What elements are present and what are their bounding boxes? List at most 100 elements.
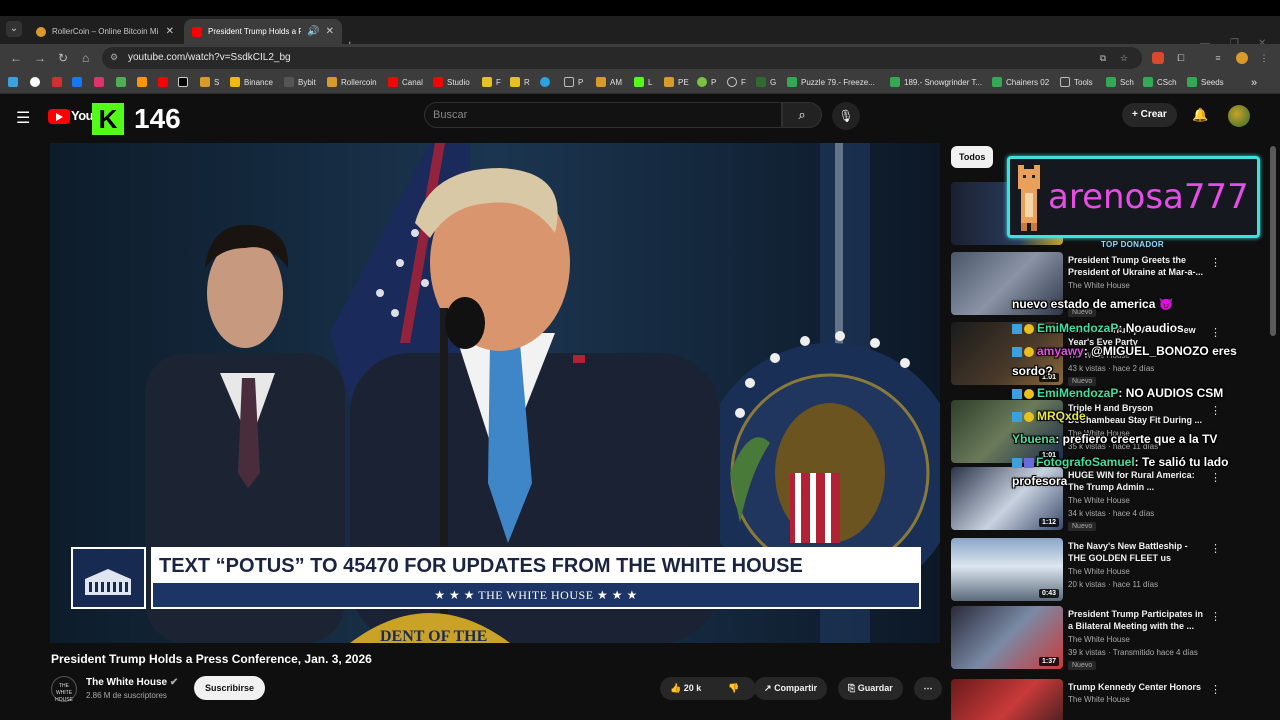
bookmark-seeds[interactable]: Seeds: [1187, 77, 1224, 87]
more-options-icon[interactable]: ⋮: [1210, 471, 1221, 484]
recommendation-thumbnail[interactable]: [951, 679, 1063, 720]
install-app-icon[interactable]: ⧉: [1097, 52, 1109, 64]
tab-search-button[interactable]: ⌄: [6, 21, 22, 37]
bookmark-snowgrinder[interactable]: 189.- Snowgrinder T...: [890, 77, 982, 87]
bookmark-am[interactable]: AM: [596, 77, 622, 87]
recommendation-title[interactable]: Triple H and Bryson DeChambeau Stay Fit …: [1068, 402, 1208, 426]
extension-icon[interactable]: [1152, 52, 1164, 64]
recommendation-thumbnail[interactable]: 0:43: [951, 538, 1063, 601]
recommendation-title[interactable]: Trump Kennedy Center Honors: [1068, 681, 1208, 693]
recommendation-title[interactable]: President Trump Greets the President of …: [1068, 254, 1208, 278]
bookmark-sch[interactable]: Sch: [1106, 77, 1134, 87]
tab-rollercoin[interactable]: RollerCoin – Online Bitcoin Mi ✕: [28, 19, 182, 44]
bookmark-puzzle[interactable]: Puzzle 79.- Freeze...: [787, 77, 875, 87]
url-text[interactable]: youtube.com/watch?v=SsdkCIL2_bg: [128, 52, 291, 63]
top-donor-label: TOP DONADOR: [1101, 240, 1165, 249]
close-tab-icon[interactable]: ✕: [166, 26, 174, 37]
devil-emote-icon: 😈: [1158, 297, 1174, 311]
dislike-button[interactable]: 👎: [714, 677, 754, 700]
bookmark-telegram[interactable]: [540, 77, 550, 87]
bookmark-s[interactable]: S: [200, 77, 219, 87]
create-button[interactable]: + Crear: [1122, 103, 1177, 127]
recommendation-meta: 43 k vistas · hace 2 días: [1068, 364, 1155, 373]
bookmark-studio[interactable]: Studio: [433, 77, 470, 87]
bookmark-icon-only[interactable]: [158, 77, 168, 87]
bookmark-folder-p[interactable]: P: [564, 77, 583, 87]
share-button[interactable]: ↗ Compartir: [754, 677, 828, 700]
recommendation-title[interactable]: The Navy's New Battleship - THE GOLDEN F…: [1068, 540, 1208, 564]
bookmarks-bar: S Binance Bybit Rollercoin Canal Studio …: [0, 72, 1280, 94]
bookmark-binance[interactable]: Binance: [230, 77, 273, 87]
subscribe-button[interactable]: Suscribirse: [194, 676, 266, 700]
profile-icon[interactable]: [1236, 52, 1248, 64]
bookmark-icon-only[interactable]: [178, 77, 188, 87]
bookmark-p2[interactable]: P: [697, 77, 716, 87]
recommendation-channel[interactable]: The White House: [1068, 496, 1130, 505]
new-badge: Nuevo: [1068, 661, 1097, 670]
bookmark-tools[interactable]: Tools: [1060, 77, 1093, 87]
filter-chip-todos[interactable]: Todos: [951, 146, 994, 168]
reload-icon[interactable]: ↻: [58, 51, 68, 65]
more-options-icon[interactable]: ⋮: [1210, 404, 1221, 417]
bookmark-icon-only[interactable]: [52, 77, 62, 87]
recommendation-item[interactable]: 1:37 President Trump Participates in a B…: [950, 606, 1230, 670]
recommendation-thumbnail[interactable]: 1:37: [951, 606, 1063, 669]
recommendation-item[interactable]: 1:12 HUGE WIN for Rural America: The Tru…: [950, 467, 1230, 531]
bookmark-icon-only[interactable]: [8, 77, 18, 87]
bookmark-icon-only[interactable]: [30, 77, 40, 87]
search-input[interactable]: [433, 107, 763, 123]
bookmark-csch[interactable]: CSch: [1143, 77, 1177, 87]
bookmark-r[interactable]: R: [510, 77, 530, 87]
more-options-icon[interactable]: ⋮: [1210, 256, 1221, 269]
voice-search-microphone-icon[interactable]: 🎙: [832, 102, 860, 130]
bookmark-f2[interactable]: F: [727, 77, 746, 87]
bookmark-icon-only[interactable]: [116, 77, 126, 87]
more-options-icon[interactable]: ⋮: [1210, 326, 1221, 339]
search-button[interactable]: ⌕: [782, 102, 822, 128]
channel-avatar[interactable]: THE WHITE HOUSE: [51, 676, 77, 703]
forward-icon[interactable]: →: [34, 51, 46, 65]
bookmark-star-icon[interactable]: ☆: [1118, 52, 1130, 64]
recommendation-channel[interactable]: The White House: [1068, 635, 1130, 644]
bookmark-bybit[interactable]: Bybit: [284, 77, 316, 87]
close-tab-icon[interactable]: ✕: [326, 26, 334, 37]
bookmark-pe[interactable]: PE: [664, 77, 689, 87]
bookmark-canal[interactable]: Canal: [388, 77, 423, 87]
audio-playing-icon[interactable]: 🔊: [307, 26, 319, 37]
youtube-logo-icon[interactable]: [48, 109, 70, 124]
recommendation-title[interactable]: HUGE WIN for Rural America: The Trump Ad…: [1068, 469, 1208, 493]
bookmark-f[interactable]: F: [482, 77, 501, 87]
bookmark-icon-only[interactable]: [94, 77, 104, 87]
bookmark-chainers[interactable]: Chainers 02: [992, 77, 1049, 87]
recommendation-title[interactable]: President Trump Participates in a Bilate…: [1068, 608, 1208, 632]
more-options-icon[interactable]: ⋮: [1210, 542, 1221, 555]
menu-hamburger-icon[interactable]: ☰: [16, 108, 30, 128]
bookmark-rollercoin[interactable]: Rollercoin: [327, 77, 377, 87]
bookmark-icon-only[interactable]: [72, 77, 82, 87]
back-icon[interactable]: ←: [10, 51, 22, 65]
more-actions-button[interactable]: ⋯: [914, 677, 942, 700]
channel-name-link[interactable]: The White House ✔: [86, 677, 178, 688]
more-bookmarks-icon[interactable]: »: [1251, 77, 1257, 89]
recommendation-channel[interactable]: The White House: [1068, 567, 1130, 576]
browser-menu-icon[interactable]: ⋮: [1258, 52, 1270, 64]
save-button[interactable]: ⎘ Guardar: [838, 677, 903, 700]
recommendation-channel[interactable]: The White House: [1068, 695, 1130, 704]
reading-list-icon[interactable]: ≡: [1212, 52, 1224, 64]
extensions-puzzle-icon[interactable]: ⧠: [1175, 52, 1187, 64]
account-avatar[interactable]: [1228, 105, 1250, 127]
page-scrollbar[interactable]: [1270, 146, 1276, 336]
site-info-icon[interactable]: ⚙: [110, 52, 118, 63]
bookmark-g[interactable]: G: [756, 77, 776, 87]
bookmark-l[interactable]: L: [634, 77, 652, 87]
bookmark-icon-only[interactable]: [137, 77, 147, 87]
notifications-bell-icon[interactable]: 🔔: [1192, 107, 1208, 123]
more-options-icon[interactable]: ⋮: [1210, 610, 1221, 623]
home-icon[interactable]: ⌂: [82, 51, 89, 65]
recommendation-item[interactable]: Trump Kennedy Center Honors The White Ho…: [950, 679, 1230, 720]
address-bar[interactable]: ⚙ youtube.com/watch?v=SsdkCIL2_bg: [102, 47, 1142, 69]
more-options-icon[interactable]: ⋮: [1210, 683, 1221, 696]
recommendation-item[interactable]: 0:43 The Navy's New Battleship - THE GOL…: [950, 538, 1230, 602]
recommendation-channel[interactable]: The White House: [1068, 281, 1130, 290]
tab-youtube-active[interactable]: President Trump Holds a Pr 🔊 ✕: [184, 19, 342, 44]
